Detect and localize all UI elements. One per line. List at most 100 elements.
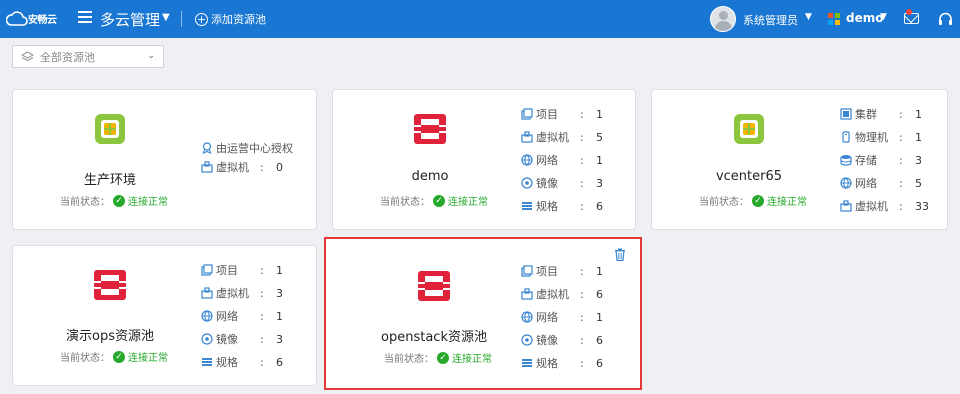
add-resource-pool-button[interactable]: + 添加资源池	[195, 11, 266, 27]
network-icon	[201, 310, 213, 322]
status-value: 连接正常	[452, 354, 492, 365]
stat-label: 镜像	[536, 334, 558, 347]
stat-row: 物理机 : 1	[840, 130, 922, 144]
project-selector[interactable]: demo	[846, 11, 883, 25]
user-menu-chevron-icon[interactable]: ▼	[805, 12, 812, 22]
stat-colon: :	[580, 153, 584, 167]
user-name[interactable]: 系统管理员	[743, 12, 798, 28]
project-icon	[521, 108, 533, 120]
menu-toggle-icon[interactable]	[78, 11, 92, 25]
stat-label: 项目	[536, 265, 558, 278]
trash-icon[interactable]	[614, 248, 626, 261]
pool-name[interactable]: 演示ops资源池	[40, 325, 180, 344]
pool-name[interactable]: openstack资源池	[364, 326, 504, 345]
company-logo[interactable]: 安畅云	[6, 8, 64, 30]
storage-icon	[840, 155, 852, 166]
stat-row: 规格 : 6	[201, 355, 283, 369]
stat-label: 由运营中心授权	[216, 142, 293, 155]
resource-pool-card[interactable]: openstack资源池 当前状态： ✓ 连接正常 项目 : 1 虚拟机 : 6…	[324, 237, 642, 390]
app-title: 多云管理	[100, 11, 161, 29]
connection-status: 当前状态： ✓ 连接正常	[380, 193, 488, 208]
openstack-logo-icon	[413, 112, 447, 146]
stat-label: 规格	[536, 357, 558, 370]
stat-row: 网络 : 1	[201, 309, 283, 323]
stat-value: 1	[596, 310, 603, 324]
resource-pool-card[interactable]: 生产环境 当前状态： ✓ 连接正常 由运营中心授权 虚拟机 : 0	[12, 89, 317, 230]
stat-value: 1	[596, 264, 603, 278]
stat-value: 1	[276, 263, 283, 277]
stat-row: 项目 : 1	[201, 263, 283, 277]
stat-row: 网络 : 1	[521, 310, 603, 324]
project-icon	[201, 264, 213, 276]
stat-label: 规格	[536, 200, 558, 213]
stat-colon: :	[260, 332, 264, 346]
resource-pool-card[interactable]: demo 当前状态： ✓ 连接正常 项目 : 1 虚拟机 : 5 网络 : 1 …	[332, 89, 636, 230]
stat-colon: :	[260, 309, 264, 323]
stat-row: 镜像 : 3	[521, 176, 603, 190]
stat-colon: :	[899, 176, 903, 190]
stat-colon: :	[580, 287, 584, 301]
vm-icon	[521, 288, 533, 300]
stat-colon: :	[580, 199, 584, 213]
stat-value: 6	[596, 287, 603, 301]
stat-label: 物理机	[855, 131, 888, 144]
mail-icon[interactable]	[904, 13, 919, 24]
check-circle-icon: ✓	[752, 194, 764, 207]
vm-icon	[201, 287, 213, 299]
resource-pool-card[interactable]: vcenter65 当前状态： ✓ 连接正常 集群 : 1 物理机 : 1 存储…	[651, 89, 948, 230]
resource-pool-select[interactable]: 全部资源池 ⌄	[12, 45, 164, 68]
stat-row: 虚拟机 : 6	[521, 287, 603, 301]
stat-label: 存储	[855, 154, 877, 167]
stat-row: 存储 : 3	[840, 153, 922, 167]
stat-row: 规格 : 6	[521, 356, 603, 370]
windows-icon	[828, 13, 840, 25]
stat-label: 网络	[536, 154, 558, 167]
chevron-down-icon[interactable]: ▼	[162, 12, 170, 23]
layers-icon	[21, 50, 34, 61]
status-value: 连接正常	[128, 353, 168, 364]
authorized-icon	[202, 142, 212, 154]
stat-label: 虚拟机	[536, 288, 569, 301]
stat-row: 由运营中心授权	[201, 141, 293, 155]
flavor-icon	[202, 358, 212, 366]
status-label: 当前状态：	[699, 197, 749, 208]
stat-row: 集群 : 1	[840, 107, 922, 121]
network-icon	[521, 154, 533, 166]
pool-name[interactable]: vcenter65	[679, 169, 819, 184]
pool-name[interactable]: demo	[360, 169, 500, 184]
stat-row: 虚拟机 : 5	[521, 130, 603, 144]
vm-icon	[521, 131, 533, 143]
stat-value: 1	[596, 153, 603, 167]
openstack-logo-icon	[417, 269, 451, 303]
status-label: 当前状态：	[380, 197, 430, 208]
status-value: 连接正常	[128, 197, 168, 208]
stat-colon: :	[260, 263, 264, 277]
stat-value: 5	[915, 176, 922, 190]
pool-name[interactable]: 生产环境	[40, 169, 180, 188]
stat-label: 虚拟机	[216, 287, 249, 300]
network-icon	[521, 311, 533, 323]
vm-icon	[840, 200, 852, 212]
stat-colon: :	[899, 130, 903, 144]
project-chevron-icon[interactable]: ▼	[880, 12, 887, 22]
stat-row: 项目 : 1	[521, 107, 603, 121]
status-label: 当前状态：	[384, 354, 434, 365]
logo-text: 安畅云	[28, 15, 57, 26]
check-circle-icon: ✓	[437, 351, 449, 364]
host-icon	[842, 131, 850, 143]
stat-label: 虚拟机	[536, 131, 569, 144]
resource-pool-select-value: 全部资源池	[40, 50, 95, 64]
stat-label: 网络	[855, 177, 877, 190]
cloud-logo-icon	[6, 11, 28, 26]
stat-value: 1	[915, 107, 922, 121]
stat-label: 镜像	[216, 333, 238, 346]
stat-value: 3	[276, 286, 283, 300]
resource-pool-card[interactable]: 演示ops资源池 当前状态： ✓ 连接正常 项目 : 1 虚拟机 : 3 网络 …	[12, 245, 317, 386]
stat-row: 网络 : 5	[840, 176, 922, 190]
avatar[interactable]	[710, 6, 736, 32]
stat-colon: :	[899, 199, 903, 213]
stat-colon: :	[580, 176, 584, 190]
headset-icon[interactable]	[938, 12, 953, 26]
stat-colon: :	[899, 153, 903, 167]
stat-value: 6	[276, 355, 283, 369]
